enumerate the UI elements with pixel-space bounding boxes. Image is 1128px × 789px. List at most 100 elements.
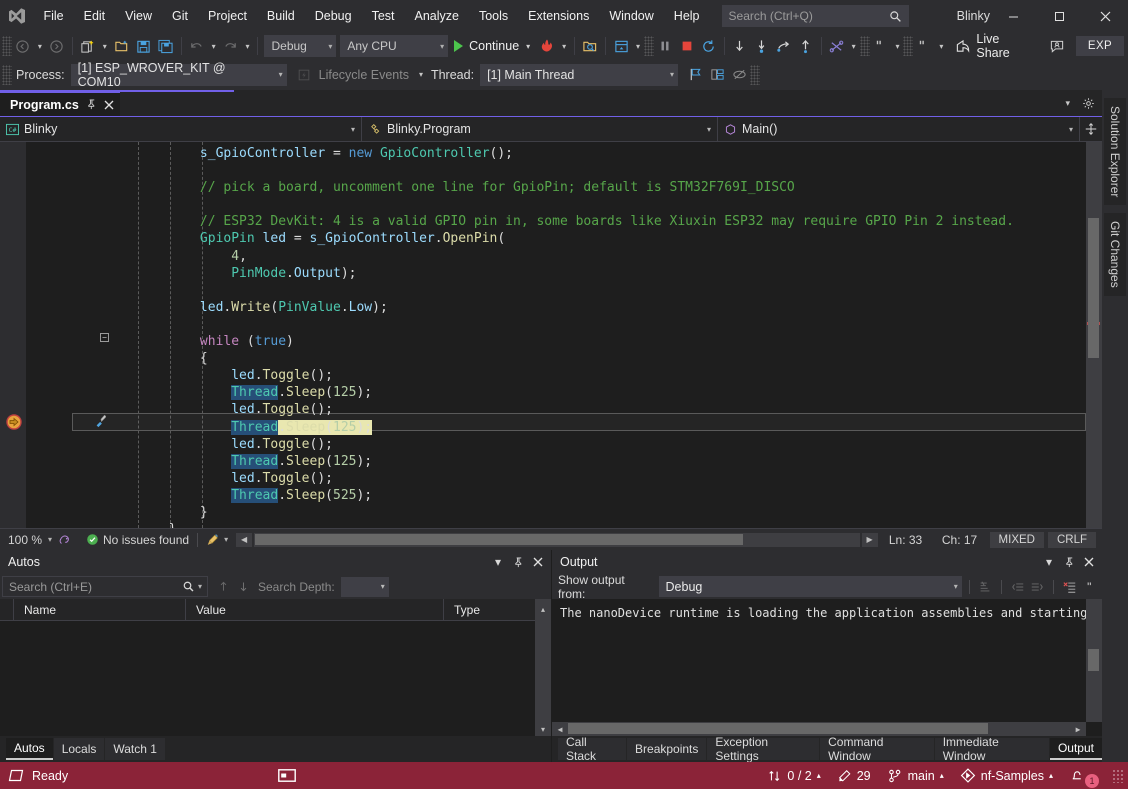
global-search-input[interactable]: Search (Ctrl+Q) [722,5,909,27]
flag-icon[interactable] [684,63,706,87]
toolbar-grip[interactable] [2,36,12,56]
pause-icon[interactable] [654,34,676,58]
solution-configuration-combo[interactable]: Debug ▾ [264,35,336,57]
code-line[interactable]: 21 // ESP32 DevKit: 4 is a valid GPIO pi… [38,213,1086,230]
toolbar-grip[interactable] [750,65,760,85]
document-tab-program-cs[interactable]: Program.cs [0,91,120,116]
solution-platform-combo[interactable]: Any CPU ▾ [340,35,448,57]
save-icon[interactable] [133,34,155,58]
step-over-arrow-icon[interactable] [751,34,773,58]
diagnostics-dropdown[interactable]: ▾ [848,34,860,58]
undo-icon[interactable] [186,34,208,58]
stack-frame-icon[interactable] [706,63,728,87]
sidebar-item-solution-explorer[interactable]: Solution Explorer [1104,98,1126,205]
output-hscrollbar-thumb[interactable] [568,723,988,734]
autos-grid-body[interactable]: ▾ [0,621,551,736]
save-all-icon[interactable] [155,34,177,58]
code-text-area[interactable]: − 17 s_GpioController = new GpioControll… [38,142,1086,528]
navbar-member-combo[interactable]: Main() ▾ [718,117,1080,142]
no-symbols-icon[interactable] [728,63,750,87]
pending-changes-status[interactable]: 29 [829,762,879,789]
code-line[interactable]: 34 led.Toggle(); [38,436,1086,453]
autos-column-value[interactable]: Value [186,599,444,621]
menu-debug[interactable]: Debug [305,0,362,32]
continue-button[interactable]: Continue ▾ [450,34,536,58]
hot-reload-flame-icon[interactable] [536,34,558,58]
toolbar-grip[interactable] [644,36,654,56]
new-item-dropdown[interactable]: ▾ [99,34,111,58]
window-layout-icon[interactable] [610,34,632,58]
tab-watch-1[interactable]: Watch 1 [105,738,165,760]
close-icon[interactable] [529,552,547,572]
show-next-statement-icon[interactable] [773,34,795,58]
notifications-button[interactable]: 1 [1061,762,1106,789]
zoom-level-combo[interactable]: 100 % [0,529,52,551]
editor-horizontal-scrollbar[interactable] [254,533,859,547]
tab-exception-settings[interactable]: Exception Settings [707,738,819,760]
code-line[interactable]: 37 Thread.Sleep(525); [38,487,1086,504]
branch-status[interactable]: main ▴ [879,762,952,789]
menu-build[interactable]: Build [257,0,305,32]
code-line[interactable]: 27 [38,316,1086,333]
code-line[interactable]: 19 // pick a board, uncomment one line f… [38,179,1086,196]
menu-file[interactable]: File [33,0,73,32]
autos-column-name[interactable]: Name [14,599,186,621]
autos-vertical-scrollbar[interactable]: ▾ [535,621,551,736]
find-in-files-icon[interactable] [579,34,601,58]
code-line[interactable]: 18 [38,162,1086,179]
code-line[interactable]: 32 led.Toggle(); [38,401,1086,418]
close-button[interactable] [1082,0,1128,32]
scroll-right-arrow-icon[interactable]: ▶ [862,533,878,547]
arrow-up-icon[interactable] [214,577,232,597]
open-file-icon[interactable] [111,34,133,58]
code-line[interactable]: 31 Thread.Sleep(125); [38,384,1086,401]
maximize-button[interactable] [1036,0,1082,32]
stop-square-icon[interactable] [676,34,698,58]
pin-icon[interactable] [1060,552,1078,572]
code-line[interactable]: 22 GpioPin led = s_GpioController.OpenPi… [38,230,1086,247]
output-scrollbar-thumb[interactable] [1088,649,1099,671]
thread-combo[interactable]: [1] Main Thread ▾ [480,64,678,86]
output-vertical-scrollbar[interactable] [1086,599,1102,722]
comment-marker-icon[interactable] [870,34,892,58]
menu-edit[interactable]: Edit [74,0,116,32]
tab-output[interactable]: Output [1050,738,1102,760]
pin-icon[interactable] [509,552,527,572]
toolbar-grip[interactable] [903,36,913,56]
clear-all-icon[interactable] [1061,577,1078,597]
chevron-down-icon[interactable]: ▾ [489,552,507,572]
menu-help[interactable]: Help [664,0,710,32]
chevron-down-icon[interactable]: ▾ [526,42,530,51]
toggle-word-wrap-icon[interactable]: " [1081,577,1098,597]
tab-immediate-window[interactable]: Immediate Window [935,738,1049,760]
redo-icon[interactable] [220,34,242,58]
code-line[interactable]: 35 Thread.Sleep(125); [38,453,1086,470]
go-to-next-message-icon[interactable] [1029,577,1046,597]
window-layout-dropdown[interactable]: ▾ [632,34,644,58]
code-line[interactable]: 33 Thread.Sleep(125); [38,419,1086,436]
step-into-arrow-icon[interactable] [729,34,751,58]
exp-badge[interactable]: EXP [1076,36,1124,56]
tab-autos[interactable]: Autos [6,738,53,760]
lifecycle-events-icon[interactable] [293,63,315,87]
indicator-margin[interactable] [0,142,26,528]
navigate-forward-icon[interactable] [46,34,68,58]
editor-scrollbar-thumb[interactable] [1088,218,1099,358]
find-message-icon[interactable] [977,577,994,597]
code-line[interactable]: 17 s_GpioController = new GpioController… [38,145,1086,162]
go-to-previous-message-icon[interactable] [1009,577,1026,597]
chevron-down-icon[interactable]: ▾ [224,535,228,544]
live-share-button[interactable]: Live Share [947,34,1044,58]
menu-extensions[interactable]: Extensions [518,0,599,32]
menu-git[interactable]: Git [162,0,198,32]
uncomment-marker-icon[interactable] [913,34,935,58]
code-line[interactable]: 38 } [38,504,1086,521]
repository-status[interactable]: nf-Samples ▴ [952,762,1061,789]
output-horizontal-scrollbar[interactable]: ◀ ▶ [552,722,1086,736]
intellicode-icon[interactable] [52,529,78,551]
code-line[interactable]: 20 [38,196,1086,213]
menu-view[interactable]: View [115,0,162,32]
navigate-back-dropdown[interactable]: ▾ [34,34,46,58]
tab-call-stack[interactable]: Call Stack [558,738,626,760]
process-combo[interactable]: [1] ESP_WROVER_KIT @ COM10 ▾ [71,64,287,86]
